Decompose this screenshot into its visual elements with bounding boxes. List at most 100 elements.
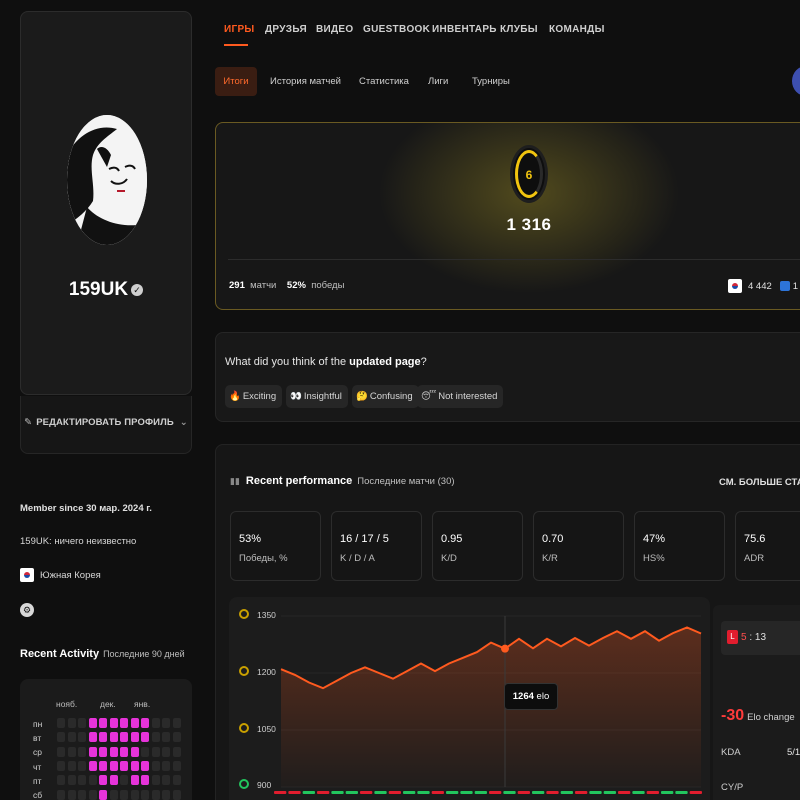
activity-day-cell[interactable]	[172, 789, 181, 800]
activity-day-cell[interactable]	[88, 718, 97, 728]
match-loss-mark[interactable]	[517, 791, 530, 794]
activity-day-cell[interactable]	[88, 789, 97, 800]
activity-day-cell[interactable]	[130, 789, 139, 800]
match-loss-mark[interactable]	[317, 791, 330, 794]
tab-games[interactable]: ИГРЫ	[224, 24, 255, 35]
activity-day-cell[interactable]	[57, 732, 65, 743]
match-loss-mark[interactable]	[360, 791, 373, 794]
tab-inventory[interactable]: ИНВЕНТАРЬ	[432, 24, 497, 35]
activity-day-cell[interactable]	[162, 746, 170, 757]
activity-day-cell[interactable]	[130, 746, 139, 757]
match-win-mark[interactable]	[302, 791, 315, 794]
activity-day-cell[interactable]	[67, 789, 76, 800]
activity-day-cell[interactable]	[141, 746, 149, 757]
activity-day-cell[interactable]	[130, 775, 139, 786]
match-loss-mark[interactable]	[489, 791, 502, 794]
activity-day-cell[interactable]	[57, 789, 65, 800]
activity-day-cell[interactable]	[141, 775, 149, 786]
activity-day-cell[interactable]	[57, 760, 65, 771]
activity-day-cell[interactable]	[99, 789, 107, 800]
subtab-match-history[interactable]: История матчей	[270, 76, 341, 87]
activity-day-cell[interactable]	[99, 718, 107, 728]
activity-day-cell[interactable]	[151, 789, 160, 800]
activity-day-cell[interactable]	[88, 760, 97, 771]
activity-day-cell[interactable]	[130, 732, 139, 743]
activity-day-cell[interactable]	[172, 746, 181, 757]
tab-video[interactable]: ВИДЕО	[316, 24, 353, 35]
edit-profile-button[interactable]: ✎ РЕДАКТИРОВАТЬ ПРОФИЛЬ ⌄	[20, 396, 192, 454]
steam-icon[interactable]: ⚙	[20, 603, 34, 617]
tab-clubs[interactable]: КЛУБЫ	[500, 24, 538, 35]
activity-day-cell[interactable]	[141, 718, 149, 728]
activity-day-cell[interactable]	[109, 746, 118, 757]
match-win-mark[interactable]	[532, 791, 545, 794]
activity-day-cell[interactable]	[57, 718, 65, 728]
activity-day-cell[interactable]	[78, 760, 86, 771]
tab-teams[interactable]: КОМАНДЫ	[549, 24, 605, 35]
last-match-panel[interactable]: L5 : 13 -30 Elo change KDA 5/1 CY/P	[713, 605, 800, 800]
match-loss-mark[interactable]	[274, 791, 287, 794]
feedback-exciting-button[interactable]: 🔥 Exciting	[225, 385, 283, 408]
activity-day-cell[interactable]	[67, 746, 76, 757]
activity-day-cell[interactable]	[78, 732, 86, 743]
match-win-mark[interactable]	[374, 791, 387, 794]
activity-day-cell[interactable]	[99, 746, 107, 757]
activity-day-cell[interactable]	[109, 718, 118, 728]
activity-day-cell[interactable]	[78, 746, 86, 757]
activity-day-cell[interactable]	[151, 746, 160, 757]
activity-day-cell[interactable]	[151, 732, 160, 743]
region-badge-icon[interactable]	[792, 66, 800, 96]
activity-day-cell[interactable]	[99, 760, 107, 771]
activity-day-cell[interactable]	[172, 760, 181, 771]
activity-day-cell[interactable]	[120, 718, 128, 728]
activity-day-cell[interactable]	[67, 718, 76, 728]
activity-day-cell[interactable]	[120, 789, 128, 800]
match-win-mark[interactable]	[417, 791, 430, 794]
activity-day-cell[interactable]	[120, 732, 128, 743]
activity-day-cell[interactable]	[151, 760, 160, 771]
activity-day-cell[interactable]	[162, 732, 170, 743]
activity-day-cell[interactable]	[162, 775, 170, 786]
match-win-mark[interactable]	[331, 791, 344, 794]
match-win-mark[interactable]	[661, 791, 674, 794]
avatar[interactable]	[67, 115, 147, 245]
activity-day-cell[interactable]	[162, 760, 170, 771]
activity-day-cell[interactable]	[99, 775, 107, 786]
activity-day-cell[interactable]	[78, 775, 86, 786]
match-loss-mark[interactable]	[546, 791, 559, 794]
activity-day-cell[interactable]	[162, 718, 170, 728]
subtab-summary[interactable]: Итоги	[215, 67, 257, 96]
activity-day-cell[interactable]	[109, 789, 118, 800]
activity-day-cell[interactable]	[151, 718, 160, 728]
match-loss-mark[interactable]	[575, 791, 588, 794]
match-loss-mark[interactable]	[646, 791, 659, 794]
activity-day-cell[interactable]	[120, 760, 128, 771]
elo-chart[interactable]: 1350 1200 1050 900 1264 elo	[229, 597, 710, 800]
match-win-mark[interactable]	[460, 791, 473, 794]
feedback-insightful-button[interactable]: 👀 Insightful	[286, 385, 348, 408]
activity-day-cell[interactable]	[109, 732, 118, 743]
activity-day-cell[interactable]	[78, 718, 86, 728]
activity-day-cell[interactable]	[162, 789, 170, 800]
subtab-statistics[interactable]: Статистика	[359, 76, 409, 87]
activity-day-cell[interactable]	[67, 775, 76, 786]
activity-day-cell[interactable]	[99, 732, 107, 743]
activity-day-cell[interactable]	[88, 746, 97, 757]
activity-day-cell[interactable]	[120, 746, 128, 757]
activity-day-cell[interactable]	[88, 732, 97, 743]
match-loss-mark[interactable]	[689, 791, 702, 794]
tab-guestbook[interactable]: GUESTBOOK	[363, 24, 430, 35]
elo-line-chart[interactable]	[229, 597, 710, 800]
feedback-confusing-button[interactable]: 🤔 Confusing	[352, 385, 419, 408]
elo-point[interactable]	[501, 644, 509, 653]
activity-day-cell[interactable]	[67, 732, 76, 743]
feedback-not-interested-button[interactable]: 😴 Not interested	[417, 385, 504, 408]
match-loss-mark[interactable]	[388, 791, 401, 794]
subtab-tournaments[interactable]: Турниры	[472, 76, 510, 87]
activity-day-cell[interactable]	[141, 789, 149, 800]
match-win-mark[interactable]	[560, 791, 573, 794]
match-win-mark[interactable]	[345, 791, 358, 794]
activity-day-cell[interactable]	[130, 760, 139, 771]
match-win-mark[interactable]	[632, 791, 645, 794]
match-win-mark[interactable]	[446, 791, 459, 794]
